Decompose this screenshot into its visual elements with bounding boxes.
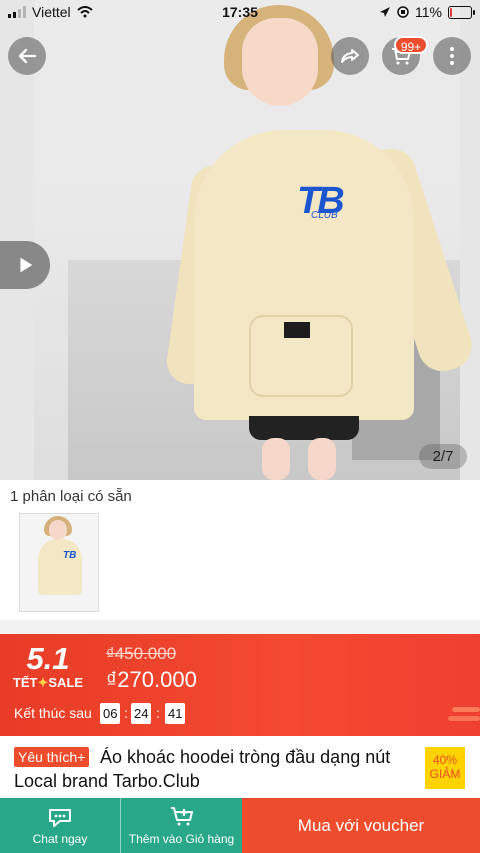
model-face	[242, 18, 318, 106]
back-arrow-icon	[18, 48, 37, 64]
discount-percent: 40%	[432, 753, 458, 767]
hoodie-patch	[284, 322, 310, 338]
product-title-line-1: Áo khoác hoodei tròng đầu dạng nút	[100, 747, 391, 767]
sale-price: ₫270.000	[106, 667, 197, 692]
model-shorts	[249, 416, 359, 440]
image-counter: 2/7	[419, 444, 467, 469]
play-icon	[20, 257, 33, 273]
orientation-lock-icon	[397, 6, 409, 18]
buy-with-voucher-button[interactable]: Mua với voucher	[242, 798, 480, 853]
add-to-cart-icon	[170, 807, 193, 826]
more-icon	[450, 47, 454, 65]
model-right-leg	[308, 438, 336, 480]
share-icon	[341, 49, 359, 63]
section-divider	[0, 620, 480, 634]
battery-percentage: 11%	[415, 4, 442, 20]
chat-icon	[49, 809, 71, 827]
flash-sale-banner[interactable]: 5.1 TẾT✦SALE ₫450.000 ₫270.000 Kết thúc …	[0, 634, 480, 736]
countdown-hours: 06	[100, 703, 121, 724]
chat-now-button[interactable]: Chat ngay	[0, 798, 120, 853]
add-to-cart-label: Thêm vào Giỏ hàng	[128, 832, 235, 846]
sale-event-star-icon: ✦	[37, 675, 49, 690]
location-icon	[380, 7, 391, 17]
battery-fill	[450, 7, 452, 17]
original-price: ₫450.000	[106, 644, 177, 663]
back-button[interactable]	[8, 37, 46, 75]
thumbnail-hoodie	[38, 539, 82, 595]
status-bar: Viettel 17:35 11%	[0, 0, 480, 24]
share-button[interactable]	[331, 37, 369, 75]
chat-now-label: Chat ngay	[32, 832, 88, 846]
favorite-badge: Yêu thích+	[14, 747, 90, 767]
countdown-seconds: 41	[165, 703, 186, 724]
battery-icon	[448, 5, 475, 19]
countdown-separator: :	[156, 705, 160, 721]
product-title-area: Yêu thích+ Áo khoác hoodei tròng đầu dạn…	[0, 736, 480, 798]
sale-event-word-2: SALE	[48, 675, 84, 690]
variant-thumbnail[interactable]: TB	[19, 513, 99, 612]
sale-event-number: 5.1	[26, 641, 70, 676]
sale-event-word-1: TẾT	[12, 675, 38, 690]
countdown-separator: :	[124, 705, 128, 721]
sale-event-logo: 5.1 TẾT✦SALE	[8, 641, 88, 691]
model-left-leg	[262, 438, 290, 480]
variants-available-label: 1 phân loại có sẵn	[10, 488, 132, 505]
add-to-cart-button[interactable]: Thêm vào Giỏ hàng	[120, 798, 242, 853]
decorative-streak	[448, 716, 480, 721]
discount-label: GIẢM	[429, 767, 461, 781]
thumbnail-face	[49, 520, 67, 540]
discount-badge: 40% GIẢM	[425, 747, 465, 789]
product-title-line-2: Local brand Tarbo.Club	[14, 771, 200, 791]
decorative-streak	[452, 707, 480, 712]
countdown-label: Kết thúc sau	[14, 705, 92, 721]
thumbnail-logo: TB	[63, 550, 77, 561]
cart-count-badge: 99+	[394, 36, 428, 54]
video-play-button[interactable]	[0, 241, 50, 289]
countdown-minutes: 24	[131, 703, 152, 724]
sale-event-name: TẾT✦SALE	[8, 675, 88, 691]
bottom-action-bar: Chat ngay Thêm vào Giỏ hàng Mua với vouc…	[0, 798, 480, 853]
more-options-button[interactable]	[433, 37, 471, 75]
hoodie-logo-club: CLUB	[311, 210, 338, 221]
